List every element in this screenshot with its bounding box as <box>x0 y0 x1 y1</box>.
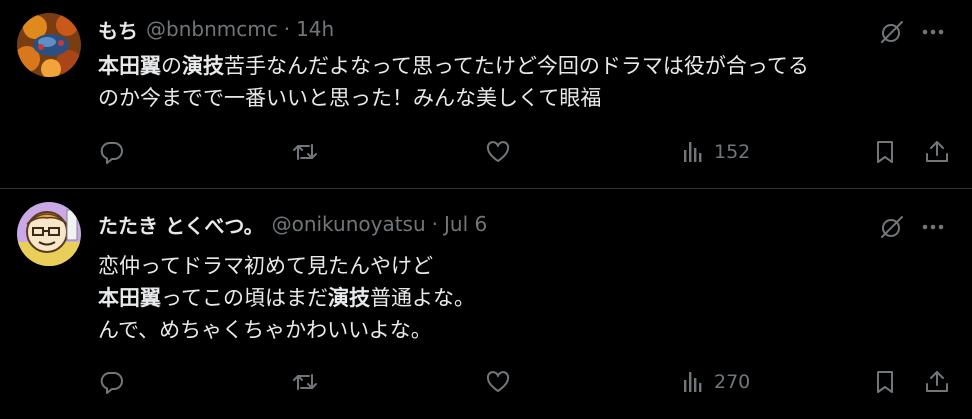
reply-button[interactable] <box>98 134 124 170</box>
reply-icon <box>100 372 123 394</box>
bookmark-button[interactable] <box>872 134 898 170</box>
tweet[interactable]: たたき とくべつ。 @onikunoyatsu · Jul 6 恋仲ってドラマ初… <box>0 189 972 419</box>
tweet-text-line: 本田翼ってこの頃はまだ演技普通よな。 <box>98 282 948 314</box>
action-bar: 270 <box>0 364 972 400</box>
like-icon <box>486 141 510 162</box>
repost-button[interactable] <box>292 364 318 400</box>
bookmark-button[interactable] <box>872 364 898 400</box>
tweet[interactable]: もち @bnbnmcmc · 14h 本田翼の演技苦手なんだよなって思ってたけど… <box>0 0 972 188</box>
text-segment: ってこの頃はまだ <box>161 286 328 310</box>
reply-icon <box>100 142 123 164</box>
views-count: 152 <box>714 141 751 163</box>
reply-button[interactable] <box>98 364 124 400</box>
repost-icon <box>293 144 317 160</box>
text-segment: の <box>161 54 182 78</box>
grok-icon <box>881 216 903 238</box>
bookmark-icon <box>877 141 893 163</box>
timestamp[interactable]: Jul 6 <box>444 212 487 236</box>
avatar[interactable] <box>17 202 81 266</box>
timestamp[interactable]: 14h <box>296 17 334 41</box>
like-button[interactable] <box>485 134 511 170</box>
views-button[interactable]: 270 <box>680 364 750 400</box>
highlight-term: 本田翼 <box>98 286 161 310</box>
display-name[interactable]: もち <box>98 15 138 44</box>
share-icon <box>926 141 948 162</box>
more-icon <box>922 224 944 230</box>
repost-icon <box>293 374 317 390</box>
views-button[interactable]: 152 <box>680 134 750 170</box>
highlight-term: 本田翼 <box>98 54 161 78</box>
more-button[interactable] <box>918 212 948 242</box>
tweet-text-line: 恋仲ってドラマ初めて見たんやけど <box>98 250 948 282</box>
highlight-term: 演技 <box>327 286 370 310</box>
views-icon <box>684 372 702 392</box>
views-count: 270 <box>714 371 751 393</box>
tweet-text-line: のか今までで一番いいと思った！みんな美しくて眼福 <box>98 82 948 114</box>
separator: · <box>283 17 291 41</box>
timeline-feed: もち @bnbnmcmc · 14h 本田翼の演技苦手なんだよなって思ってたけど… <box>0 0 972 419</box>
tweet-header: たたき とくべつ。 @onikunoyatsu · Jul 6 <box>98 210 487 238</box>
grok-button[interactable] <box>877 212 907 242</box>
display-name[interactable]: たたき とくべつ。 <box>98 210 264 239</box>
user-handle[interactable]: @bnbnmcmc <box>146 17 278 41</box>
tweet-header: もち @bnbnmcmc · 14h <box>98 15 334 43</box>
repost-button[interactable] <box>292 134 318 170</box>
like-button[interactable] <box>485 364 511 400</box>
separator: · <box>431 212 438 236</box>
share-button[interactable] <box>924 364 950 400</box>
text-segment: 恋仲ってドラマ初めて見たんやけど <box>98 254 433 278</box>
grok-button[interactable] <box>877 17 907 47</box>
tweet-text: 本田翼の演技苦手なんだよなって思ってたけど今回のドラマは役が合ってる のか今まで… <box>98 50 948 114</box>
tweet-text: 恋仲ってドラマ初めて見たんやけど 本田翼ってこの頃はまだ演技普通よな。 んで、め… <box>98 250 948 346</box>
share-icon <box>926 371 948 392</box>
tweet-text-line: んで、めちゃくちゃかわいいよな。 <box>98 314 948 346</box>
text-segment: 苦手なんだよなって思ってたけど今回のドラマは役が合ってる <box>224 54 809 78</box>
share-button[interactable] <box>924 134 950 170</box>
highlight-term: 演技 <box>182 54 224 78</box>
text-segment: のか今までで一番いいと思った！みんな美しくて眼福 <box>98 86 602 110</box>
like-icon <box>486 371 510 392</box>
text-segment: 普通よな。 <box>369 286 475 310</box>
text-segment: んで、めちゃくちゃかわいいよな。 <box>98 318 432 342</box>
action-bar: 152 <box>0 134 972 170</box>
avatar[interactable] <box>17 13 81 77</box>
views-icon <box>684 142 702 162</box>
more-icon <box>922 29 944 35</box>
user-handle[interactable]: @onikunoyatsu <box>272 212 426 236</box>
more-button[interactable] <box>918 17 948 47</box>
bookmark-icon <box>877 371 893 393</box>
tweet-text-line: 本田翼の演技苦手なんだよなって思ってたけど今回のドラマは役が合ってる <box>98 50 948 82</box>
grok-icon <box>881 21 903 43</box>
